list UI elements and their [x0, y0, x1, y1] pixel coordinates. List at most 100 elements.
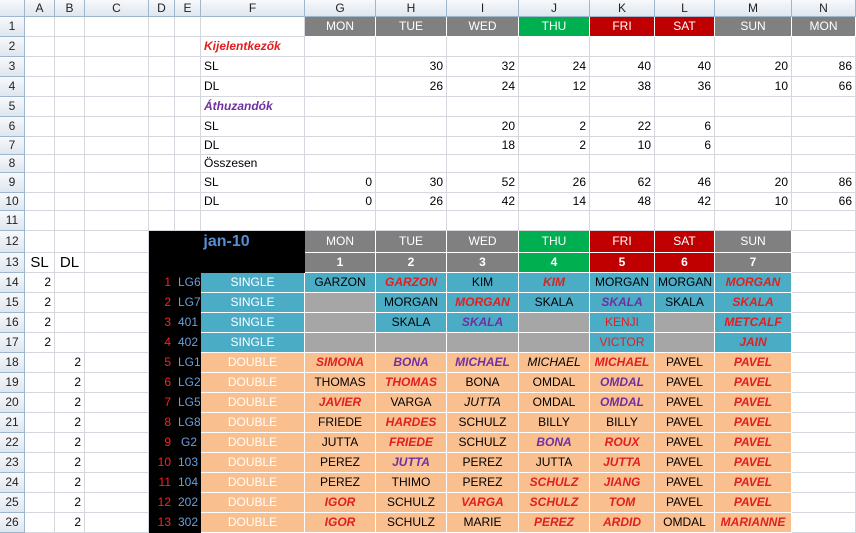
booking-cell[interactable]: THIMO — [376, 473, 447, 493]
booking-cell[interactable]: MORGAN — [447, 293, 519, 313]
empty-cell[interactable] — [85, 373, 149, 393]
room-index[interactable]: 4 — [149, 333, 175, 353]
day-header[interactable]: MON — [792, 17, 856, 37]
sl-count[interactable]: 2 — [25, 313, 55, 333]
room-index[interactable]: 5 — [149, 353, 175, 373]
empty-cell[interactable] — [149, 137, 175, 155]
value-cell[interactable]: 42 — [655, 193, 715, 211]
row-label[interactable]: DL — [201, 77, 305, 97]
empty-cell[interactable] — [201, 17, 305, 37]
booking-cell[interactable]: METCALF — [715, 313, 792, 333]
booking-cell[interactable]: PEREZ — [519, 513, 590, 533]
column-header-c[interactable]: C — [85, 0, 149, 17]
empty-cell[interactable] — [149, 77, 175, 97]
empty-cell[interactable] — [25, 373, 55, 393]
column-header-g[interactable]: G — [305, 0, 376, 17]
empty-cell[interactable] — [792, 473, 856, 493]
row-header-2[interactable]: 2 — [0, 37, 25, 57]
column-header-b[interactable]: B — [55, 0, 85, 17]
value-cell[interactable]: 62 — [590, 173, 655, 193]
value-cell[interactable]: 6 — [655, 117, 715, 137]
empty-cell[interactable] — [55, 293, 85, 313]
booking-cell[interactable]: GARZON — [305, 273, 376, 293]
empty-cell[interactable] — [175, 193, 201, 211]
empty-cell[interactable] — [149, 97, 175, 117]
booking-cell[interactable]: JUTTA — [376, 453, 447, 473]
value-cell[interactable]: 52 — [447, 173, 519, 193]
empty-cell[interactable] — [85, 37, 149, 57]
dl-header[interactable]: DL — [55, 253, 85, 273]
value-cell[interactable]: 20 — [715, 173, 792, 193]
value-cell[interactable]: 18 — [447, 137, 519, 155]
section-title[interactable]: Áthuzandók — [201, 97, 305, 117]
empty-cell[interactable] — [376, 155, 447, 173]
dl-count[interactable]: 2 — [55, 373, 85, 393]
booking-cell[interactable]: JUTTA — [519, 453, 590, 473]
empty-cell[interactable] — [55, 273, 85, 293]
empty-cell[interactable] — [85, 57, 149, 77]
empty-cell[interactable] — [149, 211, 175, 231]
day-header[interactable]: TUE — [376, 17, 447, 37]
empty-cell[interactable] — [25, 155, 55, 173]
room-index[interactable]: 3 — [149, 313, 175, 333]
schedule-day-header[interactable]: TUE — [376, 231, 447, 253]
room-index[interactable]: 10 — [149, 453, 175, 473]
empty-cell[interactable] — [85, 137, 149, 155]
column-header-i[interactable]: I — [447, 0, 519, 17]
value-cell[interactable]: 2 — [519, 117, 590, 137]
dl-count[interactable]: 2 — [55, 353, 85, 373]
value-cell[interactable]: 10 — [590, 137, 655, 155]
value-cell[interactable]: 20 — [447, 117, 519, 137]
booking-cell[interactable]: PEREZ — [305, 473, 376, 493]
empty-cell[interactable] — [447, 97, 519, 117]
booking-cell[interactable]: PEREZ — [447, 453, 519, 473]
empty-cell[interactable] — [55, 137, 85, 155]
empty-cell[interactable] — [85, 353, 149, 373]
dl-count[interactable]: 2 — [55, 413, 85, 433]
empty-cell[interactable] — [305, 155, 376, 173]
booking-cell[interactable]: PAVEL — [715, 373, 792, 393]
spreadsheet-grid[interactable]: A B C D E F G H I J K L M N 1 2 3 4 5 6 7 8 9 10 11 12 13 14 15 16 17 1… — [0, 0, 856, 533]
empty-cell[interactable] — [792, 353, 856, 373]
booking-cell[interactable]: JUTTA — [305, 433, 376, 453]
room-number[interactable]: 402 — [175, 333, 201, 353]
empty-cell[interactable] — [85, 193, 149, 211]
empty-cell[interactable] — [715, 117, 792, 137]
section-title[interactable]: Kijelentkezők — [201, 37, 305, 57]
row-header-10[interactable]: 10 — [0, 193, 25, 211]
empty-cell[interactable] — [25, 211, 55, 231]
room-type[interactable]: DOUBLE — [201, 373, 305, 393]
empty-cell[interactable] — [175, 211, 201, 231]
value-cell[interactable]: 36 — [655, 77, 715, 97]
row-header-17[interactable]: 17 — [0, 333, 25, 353]
column-header-k[interactable]: K — [590, 0, 655, 17]
row-header-23[interactable]: 23 — [0, 453, 25, 473]
empty-cell[interactable] — [85, 173, 149, 193]
empty-cell[interactable] — [55, 97, 85, 117]
booking-cell[interactable]: PEREZ — [305, 453, 376, 473]
empty-cell[interactable] — [85, 453, 149, 473]
empty-cell[interactable] — [519, 37, 590, 57]
empty-cell[interactable] — [590, 37, 655, 57]
empty-cell[interactable] — [792, 313, 856, 333]
empty-cell[interactable] — [175, 173, 201, 193]
booking-cell[interactable]: MICHAEL — [519, 353, 590, 373]
empty-cell[interactable] — [25, 77, 55, 97]
row-header-5[interactable]: 5 — [0, 97, 25, 117]
booking-cell[interactable]: SKALA — [715, 293, 792, 313]
booking-cell[interactable]: PAVEL — [715, 493, 792, 513]
booking-cell[interactable]: OMDAL — [519, 393, 590, 413]
value-cell[interactable]: 22 — [590, 117, 655, 137]
booking-cell[interactable]: SKALA — [376, 313, 447, 333]
column-header-a[interactable]: A — [25, 0, 55, 17]
schedule-day-header[interactable]: SUN — [715, 231, 792, 253]
schedule-date[interactable]: 6 — [655, 253, 715, 273]
booking-cell[interactable]: JUTTA — [447, 393, 519, 413]
booking-cell[interactable] — [655, 313, 715, 333]
room-type[interactable]: SINGLE — [201, 273, 305, 293]
booking-cell[interactable]: PAVEL — [655, 393, 715, 413]
booking-cell[interactable]: KIM — [519, 273, 590, 293]
empty-cell[interactable] — [25, 353, 55, 373]
room-number[interactable]: 401 — [175, 313, 201, 333]
empty-cell[interactable] — [85, 293, 149, 313]
